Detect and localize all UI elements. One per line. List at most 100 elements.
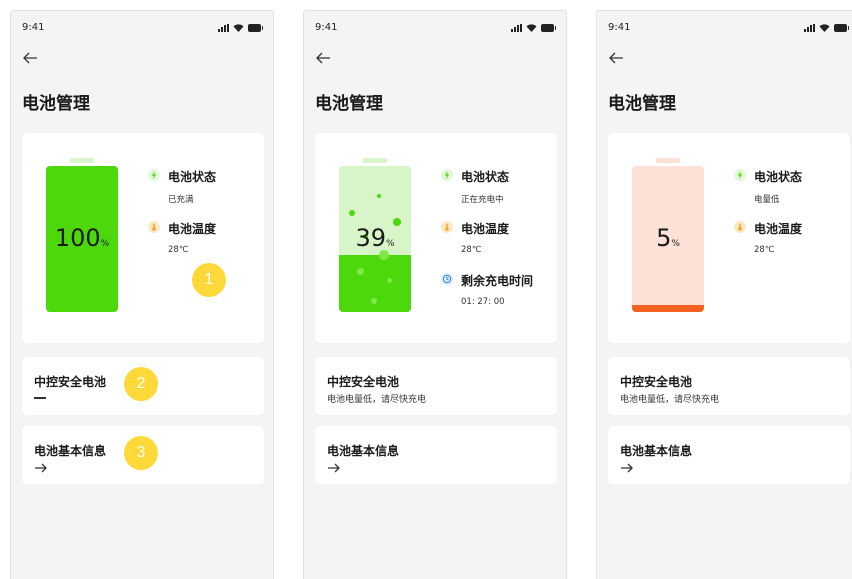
temp-value: 28℃	[168, 245, 189, 255]
temp-value: 28℃	[754, 245, 775, 255]
remain-label: 剩余充电时间	[461, 274, 534, 288]
signal-icon	[218, 24, 229, 32]
battery-graphic: 39%	[339, 158, 411, 312]
battery-percent-number: 5	[656, 224, 672, 252]
phone-screen-full: 9:41 电池管理 100% 电池状态 已充满 电池温度 28℃ 1 中控安全电…	[10, 10, 274, 579]
lightning-icon	[148, 169, 160, 181]
charge-bubble	[377, 194, 381, 198]
page-title: 电池管理	[608, 94, 676, 114]
battery-card: 5% 电池状态 电量低 电池温度 28℃	[608, 133, 850, 343]
wifi-icon	[233, 24, 244, 32]
safety-battery-value	[34, 397, 46, 399]
battery-cap	[70, 158, 94, 163]
battery-percent-unit: %	[385, 239, 395, 249]
safety-battery-title: 中控安全电池	[327, 375, 400, 389]
temp-value: 28℃	[461, 245, 482, 255]
charge-bubble	[357, 268, 364, 275]
status-bar: 9:41	[597, 22, 852, 36]
callout-badge-2: 2	[124, 367, 158, 401]
charge-bubble	[387, 278, 392, 283]
lightning-icon	[734, 169, 746, 181]
battery-body: 100%	[46, 166, 118, 312]
temp-row: 电池温度	[441, 220, 551, 236]
status-value: 已充满	[168, 195, 194, 205]
charge-bubble	[371, 298, 377, 304]
battery-body: 39%	[339, 166, 411, 312]
signal-icon	[511, 24, 522, 32]
right-arrow-icon[interactable]	[327, 462, 341, 474]
battery-fill	[632, 304, 704, 312]
status-icons	[804, 24, 849, 32]
safety-battery-subtitle: 电池电量低，请尽快充电	[620, 395, 720, 405]
right-arrow-icon[interactable]	[620, 462, 634, 474]
battery-status-icon	[834, 24, 849, 32]
status-bar: 9:41	[11, 22, 273, 36]
battery-info-title: 电池基本信息	[620, 444, 693, 458]
callout-badge-3: 3	[124, 436, 158, 470]
status-time: 9:41	[608, 22, 631, 33]
wifi-icon	[819, 24, 830, 32]
battery-graphic: 100%	[46, 158, 118, 312]
status-icons	[218, 24, 263, 32]
battery-percent: 39%	[339, 224, 411, 252]
back-arrow-icon[interactable]	[315, 51, 331, 65]
battery-percent-unit: %	[100, 239, 110, 249]
clock-icon	[441, 273, 453, 285]
status-value: 电量低	[754, 195, 780, 205]
status-label: 电池状态	[461, 170, 510, 184]
phone-screen-low: 9:41 电池管理 5% 电池状态 电量低 电池温度 28℃ 中控安全电池 电池…	[596, 10, 852, 579]
right-arrow-icon[interactable]	[34, 462, 48, 474]
lightning-icon	[441, 169, 453, 181]
battery-percent-number: 39	[355, 224, 386, 252]
status-label: 电池状态	[754, 170, 803, 184]
temp-label: 电池温度	[168, 222, 217, 236]
battery-body: 5%	[632, 166, 704, 312]
battery-info-title: 电池基本信息	[327, 444, 400, 458]
battery-status-icon	[248, 24, 263, 32]
safety-battery-title: 中控安全电池	[620, 375, 693, 389]
page-title: 电池管理	[22, 94, 90, 114]
battery-status-icon	[541, 24, 556, 32]
battery-card: 100% 电池状态 已充满 电池温度 28℃ 1	[22, 133, 264, 343]
stage: 9:41 电池管理 100% 电池状态 已充满 电池温度 28℃ 1 中控安全电…	[0, 0, 852, 579]
safety-battery-card[interactable]: 中控安全电池 2	[22, 357, 264, 415]
status-label: 电池状态	[168, 170, 217, 184]
charge-bubble	[349, 210, 355, 216]
back-arrow-icon[interactable]	[608, 51, 624, 65]
thermometer-icon	[734, 221, 746, 233]
temp-label: 电池温度	[754, 222, 803, 236]
remain-row: 剩余充电时间	[441, 272, 551, 288]
battery-cap	[363, 158, 387, 163]
battery-info-card[interactable]: 电池基本信息	[315, 426, 557, 484]
battery-percent: 100%	[46, 224, 118, 252]
status-time: 9:41	[22, 22, 45, 33]
safety-battery-card[interactable]: 中控安全电池 电池电量低，请尽快充电	[315, 357, 557, 415]
remain-value: 01: 27: 00	[461, 297, 505, 307]
status-value: 正在充电中	[461, 195, 504, 205]
phone-screen-charging: 9:41 电池管理 39% 电池状态 正在充电中 电池温度 28℃ 剩余充电时间…	[303, 10, 567, 579]
status-bar: 9:41	[304, 22, 566, 36]
status-icons	[511, 24, 556, 32]
safety-battery-card[interactable]: 中控安全电池 电池电量低，请尽快充电	[608, 357, 850, 415]
battery-cap	[656, 158, 680, 163]
battery-graphic: 5%	[632, 158, 704, 312]
thermometer-icon	[148, 221, 160, 233]
safety-battery-subtitle: 电池电量低，请尽快充电	[327, 395, 427, 405]
temp-row: 电池温度	[734, 220, 844, 236]
battery-percent-number: 100	[54, 224, 101, 252]
battery-info-title: 电池基本信息	[34, 444, 107, 458]
back-arrow-icon[interactable]	[22, 51, 38, 65]
thermometer-icon	[441, 221, 453, 233]
battery-info-card[interactable]: 电池基本信息	[608, 426, 850, 484]
status-time: 9:41	[315, 22, 338, 33]
temp-label: 电池温度	[461, 222, 510, 236]
signal-icon	[804, 24, 815, 32]
battery-percent-unit: %	[671, 239, 680, 249]
page-title: 电池管理	[315, 94, 383, 114]
wifi-icon	[526, 24, 537, 32]
callout-badge-1: 1	[192, 263, 226, 297]
battery-info-card[interactable]: 电池基本信息 3	[22, 426, 264, 484]
safety-battery-title: 中控安全电池	[34, 375, 107, 389]
temp-row: 电池温度	[148, 220, 258, 236]
battery-card: 39% 电池状态 正在充电中 电池温度 28℃ 剩余充电时间 01: 27: 0…	[315, 133, 557, 343]
